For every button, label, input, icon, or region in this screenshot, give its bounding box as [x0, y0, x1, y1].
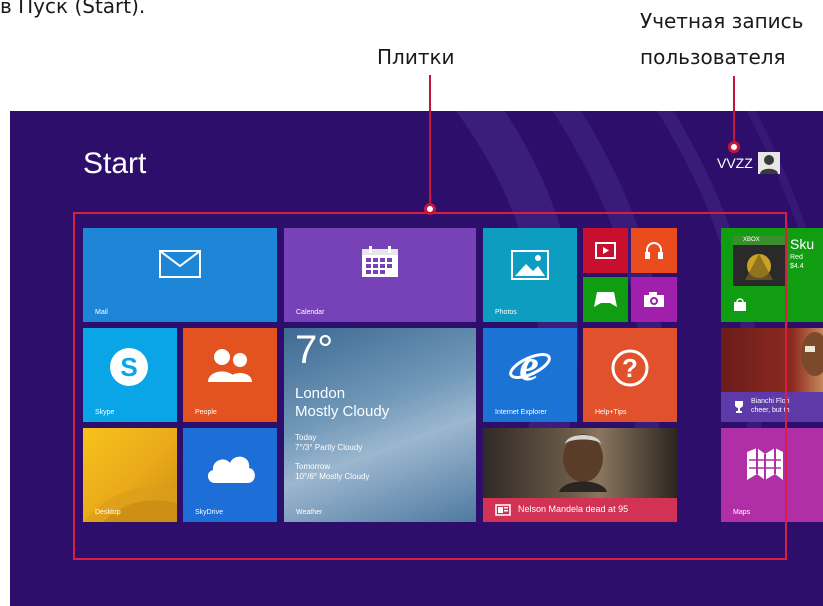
annotation-account-label-line2: пользователя [640, 45, 786, 69]
store-app-name: Sku [790, 236, 815, 252]
tiles-highlight-frame [73, 212, 787, 560]
account-pointer-line [733, 76, 735, 146]
annotation-account-label-line1: Учетная запись [640, 9, 804, 33]
store-app-price: $4.4 [790, 263, 804, 270]
user-account-name[interactable]: VVZZ [717, 155, 753, 171]
tiles-pointer-dot [424, 203, 436, 215]
user-silhouette-icon [760, 155, 778, 174]
tiles-pointer-line [429, 75, 431, 208]
store-app-line2: Red [790, 254, 803, 261]
annotation-tiles-label: Плитки [377, 45, 455, 69]
annotation-top-left: в Пуск (Start). [0, 0, 146, 18]
user-avatar[interactable] [758, 152, 780, 174]
sport-photo [801, 332, 823, 376]
start-screen: Start VVZZ Mail Calendar Photos S Skype … [10, 111, 823, 606]
account-pointer-dot [728, 141, 740, 153]
start-title: Start [83, 147, 147, 180]
